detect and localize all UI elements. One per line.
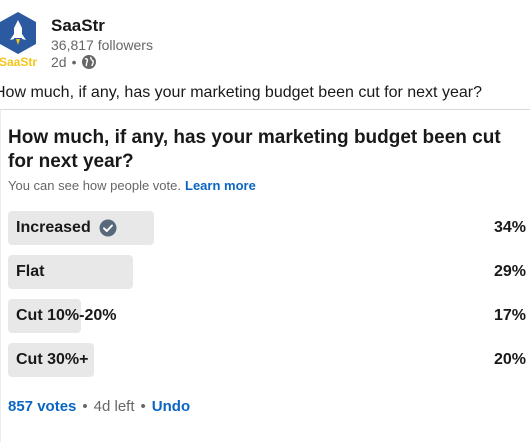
vote-count-link[interactable]: 857 votes <box>8 398 76 415</box>
poll-footer: 857 votes • 4d left • Undo <box>8 398 190 415</box>
option-percent: 29% <box>493 263 526 280</box>
poll-question: How much, if any, has your marketing bud… <box>8 127 501 172</box>
check-circle-icon <box>99 219 117 237</box>
undo-button[interactable]: Undo <box>152 398 190 415</box>
option-label: Increased <box>16 219 117 237</box>
learn-more-link[interactable]: Learn more <box>185 178 256 193</box>
follower-count: 36,817 followers <box>51 37 153 53</box>
post-meta: 2d • <box>51 54 97 70</box>
globe-icon <box>82 55 97 69</box>
poll-option-cut-10-20[interactable]: Cut 10%-20% 17% <box>8 299 528 333</box>
post-text: How much, if any, has your marketing bud… <box>0 84 482 101</box>
option-percent: 20% <box>493 351 526 368</box>
meta-separator: • <box>71 54 77 70</box>
svg-text:SaaStr: SaaStr <box>0 55 37 69</box>
footer-separator: • <box>140 398 146 415</box>
poll-card: How much, if any, has your marketing bud… <box>0 109 530 442</box>
author-name[interactable]: SaaStr <box>51 16 105 36</box>
option-label: Cut 30%+ <box>16 351 89 368</box>
post-time: 2d <box>51 54 67 70</box>
poll-post: SaaStr SaaStr 36,817 followers 2d • How … <box>0 0 530 442</box>
poll-option-increased[interactable]: Increased 34% <box>8 211 528 245</box>
visibility-text: You can see how people vote. <box>8 178 181 193</box>
footer-separator: • <box>82 398 88 415</box>
time-left: 4d left <box>93 398 135 415</box>
option-label: Cut 10%-20% <box>16 307 117 324</box>
option-label: Flat <box>16 263 45 280</box>
poll-option-flat[interactable]: Flat 29% <box>8 255 528 289</box>
option-percent: 17% <box>493 307 526 324</box>
saastr-logo[interactable]: SaaStr <box>0 8 40 70</box>
poll-option-cut-30-plus[interactable]: Cut 30%+ 20% <box>8 343 528 377</box>
vote-visibility-note: You can see how people vote. Learn more <box>8 178 256 193</box>
option-percent: 34% <box>493 219 526 236</box>
